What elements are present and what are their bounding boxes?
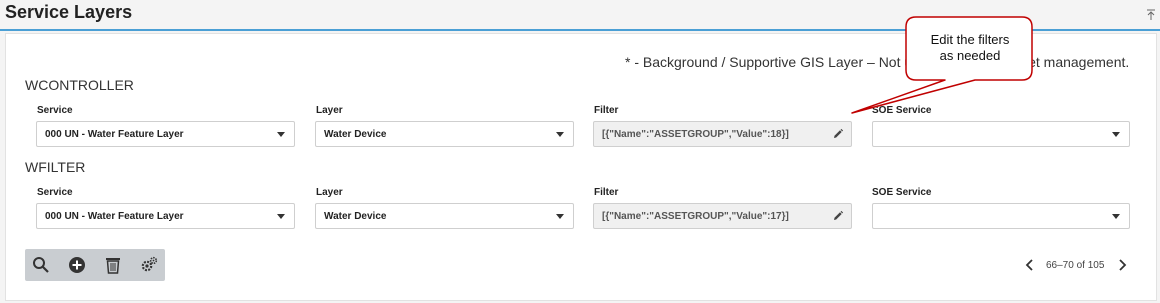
soe-service-label: SOE Service [872, 187, 932, 198]
filter-label: Filter [594, 187, 619, 198]
page-title: Service Layers [5, 2, 133, 22]
service-layers-panel: Service Layers * - Background / Supporti… [0, 0, 1160, 303]
page-range: 66–70 of 105 [1046, 260, 1105, 271]
chevron-down-icon [1112, 132, 1120, 137]
delete-icon[interactable] [104, 256, 122, 274]
service-label: Service [37, 187, 73, 198]
filter-field[interactable]: [{"Name":"ASSETGROUP","Value":17}] [593, 203, 852, 229]
layer-label: Layer [316, 187, 343, 198]
layer-select[interactable]: Water Device [315, 203, 574, 229]
panel-content [5, 33, 1157, 301]
search-icon[interactable] [32, 256, 50, 274]
panel-header: Service Layers [0, 0, 1160, 31]
service-value: 000 UN - Water Feature Layer [45, 129, 184, 140]
filter-value: [{"Name":"ASSETGROUP","Value":17}] [602, 211, 789, 222]
service-value: 000 UN - Water Feature Layer [45, 211, 184, 222]
filter-value: [{"Name":"ASSETGROUP","Value":18}] [602, 129, 789, 140]
action-toolbar [25, 249, 165, 281]
layer-value: Water Device [324, 211, 387, 222]
callout-line: as needed [939, 48, 1001, 63]
callout-text: Edit the filters as needed [912, 32, 1028, 64]
edit-icon[interactable] [832, 210, 844, 222]
chevron-down-icon [277, 214, 285, 219]
service-select[interactable]: 000 UN - Water Feature Layer [36, 121, 295, 147]
chevron-down-icon [1112, 214, 1120, 219]
layer-note: * - Background / Supportive GIS Layer – … [625, 54, 1130, 70]
filter-label: Filter [594, 105, 619, 116]
group-title: WFILTER [25, 159, 86, 175]
soe-service-select[interactable] [872, 121, 1130, 147]
add-icon[interactable] [68, 256, 86, 274]
group-title: WCONTROLLER [25, 77, 134, 93]
chevron-right-icon[interactable] [1117, 258, 1127, 272]
layer-value: Water Device [324, 129, 387, 140]
settings-icon[interactable] [140, 256, 158, 274]
callout-line: Edit the filters [930, 32, 1010, 47]
soe-service-label: SOE Service [872, 105, 932, 116]
service-select[interactable]: 000 UN - Water Feature Layer [36, 203, 295, 229]
layer-label: Layer [316, 105, 343, 116]
chevron-down-icon [556, 132, 564, 137]
chevron-down-icon [277, 132, 285, 137]
collapse-up-icon[interactable] [1146, 9, 1156, 21]
service-label: Service [37, 105, 73, 116]
layer-select[interactable]: Water Device [315, 121, 574, 147]
chevron-down-icon [556, 214, 564, 219]
soe-service-select[interactable] [872, 203, 1130, 229]
edit-icon[interactable] [832, 128, 844, 140]
filter-field[interactable]: [{"Name":"ASSETGROUP","Value":18}] [593, 121, 852, 147]
chevron-left-icon[interactable] [1025, 258, 1035, 272]
